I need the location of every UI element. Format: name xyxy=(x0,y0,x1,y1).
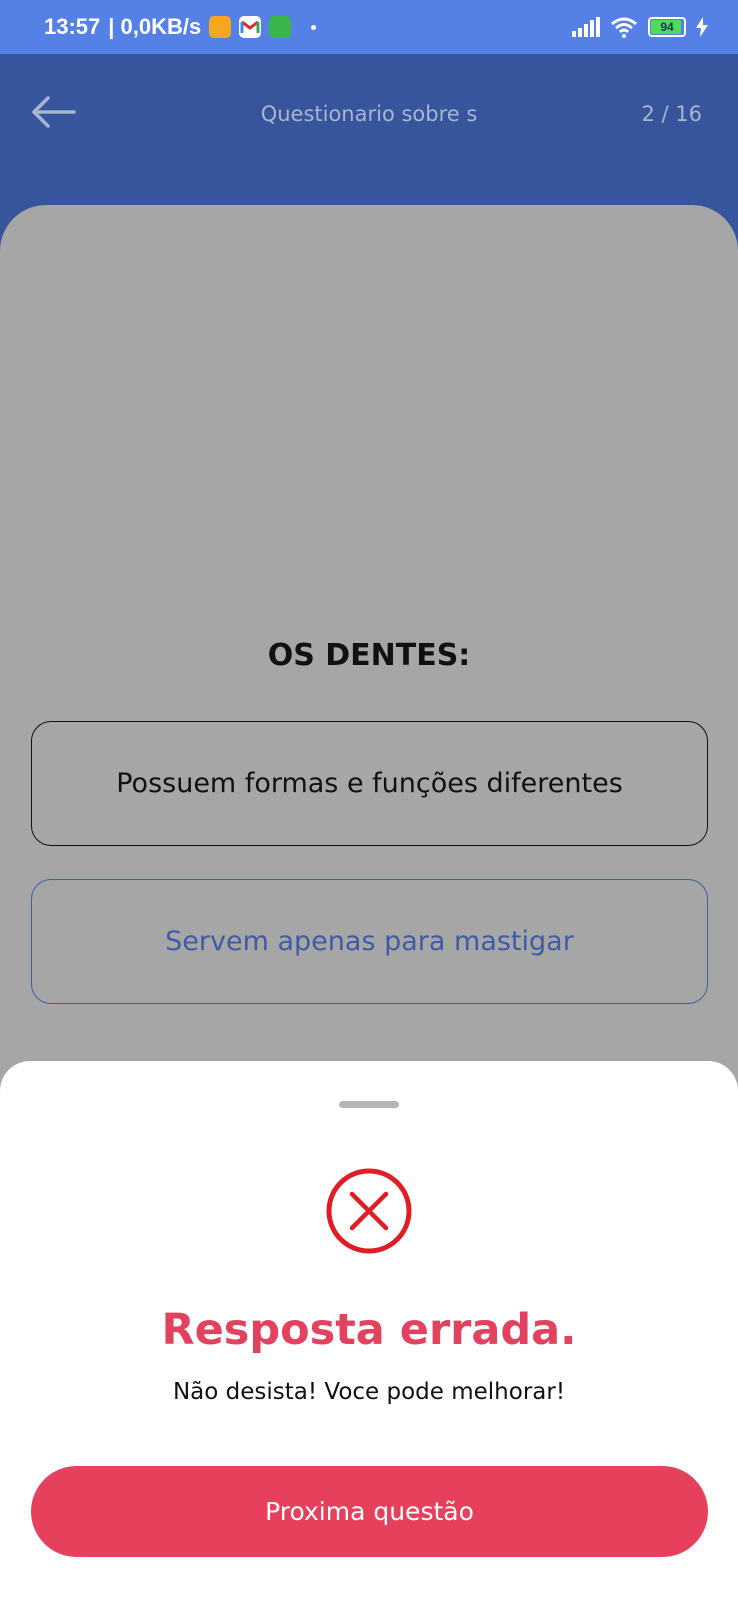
result-bottom-sheet: Resposta errada. Não desista! Voce pode … xyxy=(0,1061,738,1600)
status-left: 13:57 | 0,0KB/s xyxy=(44,14,317,40)
battery-level: 94 xyxy=(660,20,674,34)
signal-icon xyxy=(572,17,600,37)
quiz-title: Questionario sobre s xyxy=(260,102,478,126)
gmail-icon xyxy=(239,16,262,38)
notification-dot xyxy=(311,24,317,30)
status-net-speed: | 0,0KB/s xyxy=(108,14,202,39)
result-subtitle: Não desista! Voce pode melhorar! xyxy=(172,1379,566,1405)
answer-option-selected[interactable]: Servem apenas para mastigar xyxy=(31,879,708,1004)
charging-icon xyxy=(696,17,708,37)
x-circle-icon xyxy=(326,1168,412,1254)
status-right: 94 xyxy=(572,16,708,38)
question-progress: 2 / 16 xyxy=(641,102,702,126)
app-icon xyxy=(269,16,292,38)
result-title: Resposta errada. xyxy=(161,1305,577,1355)
question-text: OS DENTES: xyxy=(267,638,471,673)
battery-icon: 94 xyxy=(648,17,686,37)
status-bar: 13:57 | 0,0KB/s 94 xyxy=(0,0,738,54)
wifi-icon xyxy=(611,17,637,38)
files-icon xyxy=(209,16,232,38)
sheet-handle[interactable] xyxy=(339,1101,399,1108)
answer-option[interactable]: Possuem formas e funções diferentes xyxy=(31,721,708,846)
status-time: 13:57 xyxy=(44,14,101,39)
next-question-button[interactable]: Proxima questão xyxy=(31,1466,708,1557)
